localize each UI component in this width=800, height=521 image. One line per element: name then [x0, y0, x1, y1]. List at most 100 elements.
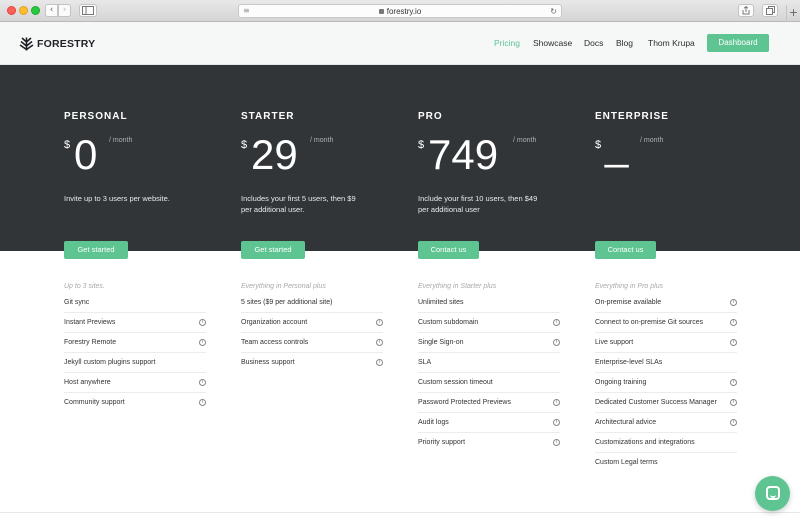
plan-price: 749 [428, 131, 499, 178]
feature-row: Ongoing training i [595, 373, 737, 393]
feature-label: Custom session timeout [418, 379, 493, 386]
nav-user-account[interactable]: Thom Krupa [648, 38, 695, 48]
feature-row: Single Sign-on i [418, 333, 560, 353]
feature-row: Team access controls i [241, 333, 383, 353]
info-icon[interactable]: i [376, 319, 383, 326]
plan-description: Includes your first 5 users, then $9 per… [241, 194, 356, 214]
forestry-logo-icon [19, 37, 34, 51]
info-icon[interactable]: i [730, 299, 737, 306]
feature-label: Single Sign-on [418, 339, 464, 346]
info-icon[interactable]: i [199, 339, 206, 346]
nav-blog[interactable]: Blog [616, 38, 633, 48]
feature-row: Dedicated Customer Success Manager i [595, 393, 737, 413]
plan-price: 0 [74, 131, 98, 178]
info-icon[interactable]: i [730, 419, 737, 426]
info-icon[interactable]: i [730, 339, 737, 346]
feature-label: Dedicated Customer Success Manager [595, 399, 717, 406]
feature-row: Priority support i [418, 433, 560, 453]
feature-label: Ongoing training [595, 379, 647, 386]
currency-symbol: $ [418, 139, 425, 151]
info-icon[interactable]: i [730, 319, 737, 326]
back-icon[interactable]: ‹ [45, 4, 58, 17]
feature-row: Organization account i [241, 313, 383, 333]
features-heading: Everything in Pro plus [595, 283, 664, 290]
contact-us-button[interactable]: Contact us [418, 241, 479, 259]
browser-toolbar: ‹ › ≡ forestry.io ↻ + [0, 0, 800, 22]
feature-label: Priority support [418, 439, 466, 446]
logo-text: FORESTRY [37, 38, 96, 50]
feature-label: Team access controls [241, 339, 309, 346]
info-icon[interactable]: i [553, 399, 560, 406]
plan-description: Invite up to 3 users per website. [64, 194, 170, 203]
get-started-button[interactable]: Get started [241, 241, 305, 259]
zoom-window-button[interactable] [31, 6, 40, 15]
feature-label: Community support [64, 399, 125, 406]
nav-docs[interactable]: Docs [584, 38, 603, 48]
sidebar-toggle-icon[interactable] [79, 4, 97, 17]
feature-row: SLA [418, 353, 560, 373]
price-period: / month [310, 137, 334, 144]
lock-icon [378, 9, 384, 14]
info-icon[interactable]: i [553, 419, 560, 426]
plan-name: PRO [418, 111, 443, 122]
info-icon[interactable]: i [199, 399, 206, 406]
info-icon[interactable]: i [199, 319, 206, 326]
nav-pricing[interactable]: Pricing [494, 38, 520, 48]
feature-row: Audit logs i [418, 413, 560, 433]
feature-row: Connect to on-premise Git sources i [595, 313, 737, 333]
currency-symbol: $ [64, 139, 71, 151]
info-icon[interactable]: i [553, 339, 560, 346]
feature-label: Custom subdomain [418, 319, 479, 326]
feature-row: 5 sites ($9 per additional site) [241, 293, 383, 313]
feature-label: Audit logs [418, 419, 449, 426]
url-text: forestry.io [386, 7, 422, 16]
info-icon[interactable]: i [553, 439, 560, 446]
feature-row: Forestry Remote i [64, 333, 206, 353]
chat-icon [766, 486, 780, 500]
tabs-overview-icon[interactable] [762, 4, 778, 17]
minimize-window-button[interactable] [19, 6, 28, 15]
features-heading: Everything in Personal plus [241, 283, 326, 290]
price-period: / month [513, 137, 537, 144]
feature-row: Password Protected Previews i [418, 393, 560, 413]
feature-label: Password Protected Previews [418, 399, 511, 406]
share-icon[interactable] [738, 4, 754, 17]
feature-row: Unlimited sites [418, 293, 560, 313]
price-period: / month [109, 137, 133, 144]
feature-row: Custom subdomain i [418, 313, 560, 333]
feature-label: SLA [418, 359, 432, 366]
get-started-button[interactable]: Get started [64, 241, 128, 259]
feature-label: Instant Previews [64, 319, 116, 326]
info-icon[interactable]: i [730, 379, 737, 386]
info-icon[interactable]: i [376, 359, 383, 366]
feature-label: Live support [595, 339, 634, 346]
info-icon[interactable]: i [376, 339, 383, 346]
dashboard-button[interactable]: Dashboard [707, 34, 769, 52]
info-icon[interactable]: i [553, 319, 560, 326]
features-starter: Everything in Personal plus 5 sites ($9 … [241, 281, 383, 373]
forward-icon[interactable]: › [58, 4, 71, 17]
new-tab-icon[interactable]: + [786, 5, 800, 22]
feature-label: Organization account [241, 319, 308, 326]
contact-us-button[interactable]: Contact us [595, 241, 656, 259]
feature-label: Custom Legal terms [595, 459, 658, 466]
feature-row: Community support i [64, 393, 206, 413]
chat-widget-button[interactable] [755, 476, 790, 511]
nav-showcase[interactable]: Showcase [533, 38, 572, 48]
site-header: FORESTRY Pricing Showcase Docs Blog Thom… [0, 22, 800, 65]
info-icon[interactable]: i [730, 399, 737, 406]
close-window-button[interactable] [7, 6, 16, 15]
feature-label: Jekyll custom plugins support [64, 359, 156, 366]
reload-icon[interactable]: ↻ [550, 5, 557, 18]
feature-label: Enterprise-level SLAs [595, 359, 663, 366]
footer-divider [0, 512, 800, 513]
feature-label: Connect to on-premise Git sources [595, 319, 704, 326]
feature-row: Custom Legal terms [595, 453, 737, 473]
feature-label: Host anywhere [64, 379, 111, 386]
address-bar[interactable]: ≡ forestry.io ↻ [238, 4, 562, 18]
currency-symbol: $ [595, 139, 602, 151]
features-enterprise: Everything in Pro plus On-premise availa… [595, 281, 737, 473]
feature-row: Architectural advice i [595, 413, 737, 433]
logo[interactable]: FORESTRY [19, 37, 95, 51]
info-icon[interactable]: i [199, 379, 206, 386]
